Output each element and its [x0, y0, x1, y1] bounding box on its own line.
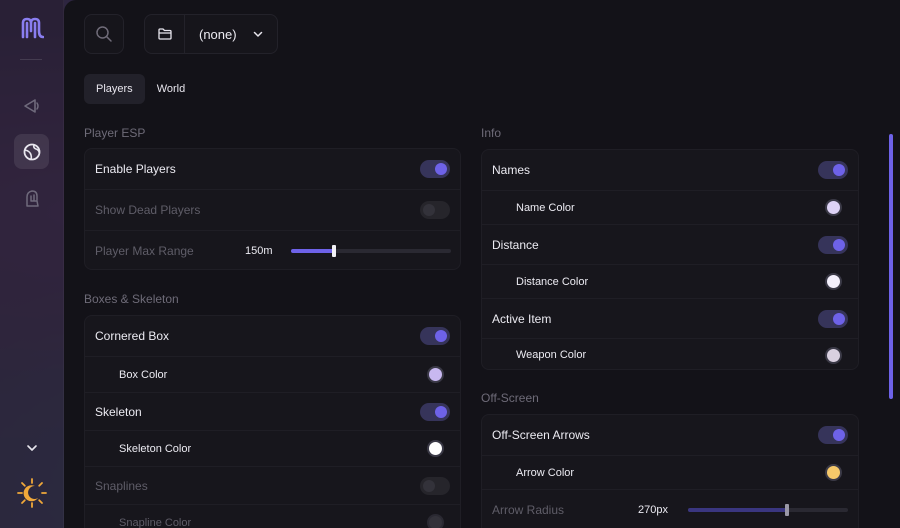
search-button[interactable]: [84, 14, 124, 54]
row-skeleton-color: Skeleton Color: [85, 430, 460, 466]
card-info: Names Name Color Distance Distance Color…: [481, 149, 859, 370]
row-distance-color: Distance Color: [482, 264, 858, 298]
config-profile-select[interactable]: (none): [144, 14, 278, 54]
row-active-item: Active Item: [482, 298, 858, 338]
row-label: Skeleton: [95, 404, 142, 419]
arrow-radius-slider[interactable]: [688, 503, 848, 516]
name-color-swatch[interactable]: [825, 199, 842, 216]
card-player-esp: Enable Players Show Dead Players Player …: [84, 148, 461, 270]
section-title-off-screen: Off-Screen: [481, 391, 539, 405]
row-label: Snapline Color: [119, 516, 192, 528]
folder-icon: [145, 15, 185, 53]
row-label: Active Item: [492, 311, 552, 326]
rail-divider: [20, 59, 42, 60]
names-toggle[interactable]: [818, 161, 848, 179]
row-enable-players: Enable Players: [85, 149, 460, 189]
row-names: Names: [482, 150, 858, 190]
scrollbar-thumb[interactable]: [889, 134, 893, 399]
slider-fill: [688, 507, 788, 512]
row-off-screen-arrows: Off-Screen Arrows: [482, 415, 858, 455]
row-player-max-range: Player Max Range 150m: [85, 230, 460, 271]
slider-fill: [291, 249, 335, 253]
slider-value: 150m: [245, 245, 273, 257]
arrow-color-swatch[interactable]: [825, 464, 842, 481]
chevron-down-icon[interactable]: [14, 430, 49, 465]
row-label: Arrow Radius: [492, 502, 565, 517]
slider-handle[interactable]: [332, 245, 337, 257]
box-color-swatch[interactable]: [427, 366, 444, 383]
player-max-range-slider[interactable]: [291, 245, 451, 257]
section-title-boxes-skeleton: Boxes & Skeleton: [84, 292, 179, 306]
section-title-info: Info: [481, 126, 502, 140]
row-label: Arrow Color: [516, 466, 575, 479]
row-label: Names: [492, 163, 531, 177]
snapline-color-swatch[interactable]: [427, 514, 444, 528]
show-dead-players-toggle[interactable]: [420, 201, 450, 219]
row-box-color: Box Color: [85, 356, 460, 392]
logo-icon[interactable]: [14, 10, 49, 45]
tab-bar: Players World: [84, 74, 197, 104]
snaplines-toggle[interactable]: [420, 476, 450, 495]
row-snapline-color: Snapline Color: [85, 504, 460, 528]
active-item-toggle[interactable]: [818, 309, 848, 328]
sidebar-rail: [0, 0, 64, 528]
distance-toggle[interactable]: [818, 235, 848, 254]
row-snaplines: Snaplines: [85, 466, 460, 504]
row-arrow-radius: Arrow Radius 270px: [482, 489, 858, 528]
row-label: Skeleton Color: [119, 442, 192, 455]
enable-players-toggle[interactable]: [420, 160, 450, 178]
tab-players[interactable]: Players: [84, 74, 145, 104]
row-label: Cornered Box: [95, 329, 170, 343]
row-name-color: Name Color: [482, 190, 858, 224]
off-screen-arrows-toggle[interactable]: [818, 426, 848, 444]
row-label: Distance: [492, 237, 539, 252]
section-title-player-esp: Player ESP: [84, 126, 146, 140]
row-label: Box Color: [119, 368, 168, 381]
row-skeleton: Skeleton: [85, 392, 460, 430]
weapon-color-swatch[interactable]: [825, 346, 842, 364]
theme-sun-moon-icon[interactable]: [14, 475, 49, 510]
search-icon: [96, 26, 112, 42]
card-boxes-skeleton: Cornered Box Box Color Skeleton Skeleton…: [84, 315, 461, 528]
row-arrow-color: Arrow Color: [482, 455, 858, 489]
settings-panel: (none) Players World Player ESP Enable P…: [64, 0, 900, 528]
card-off-screen: Off-Screen Arrows Arrow Color Arrow Radi…: [481, 414, 859, 528]
row-weapon-color: Weapon Color: [482, 338, 858, 371]
row-label: Snaplines: [95, 478, 148, 493]
row-label: Show Dead Players: [95, 203, 201, 217]
cornered-box-toggle[interactable]: [420, 327, 450, 345]
tab-world[interactable]: World: [145, 74, 198, 104]
skeleton-toggle[interactable]: [420, 402, 450, 421]
hand-icon[interactable]: [14, 180, 49, 215]
skeleton-color-swatch[interactable]: [427, 440, 444, 457]
distance-color-swatch[interactable]: [825, 273, 842, 290]
row-show-dead-players: Show Dead Players: [85, 189, 460, 230]
row-distance: Distance: [482, 224, 858, 264]
row-label: Player Max Range: [95, 244, 194, 258]
slider-value: 270px: [638, 503, 668, 516]
row-label: Off-Screen Arrows: [492, 428, 590, 442]
row-label: Name Color: [516, 201, 575, 214]
chevron-down-icon: [253, 31, 263, 38]
slider-handle[interactable]: [785, 503, 790, 516]
globe-icon[interactable]: [14, 134, 49, 169]
row-label: Enable Players: [95, 162, 176, 176]
row-label: Distance Color: [516, 275, 589, 288]
row-label: Weapon Color: [516, 349, 587, 361]
row-cornered-box: Cornered Box: [85, 316, 460, 356]
profile-value: (none): [199, 26, 237, 42]
visuals-icon[interactable]: [14, 88, 49, 123]
